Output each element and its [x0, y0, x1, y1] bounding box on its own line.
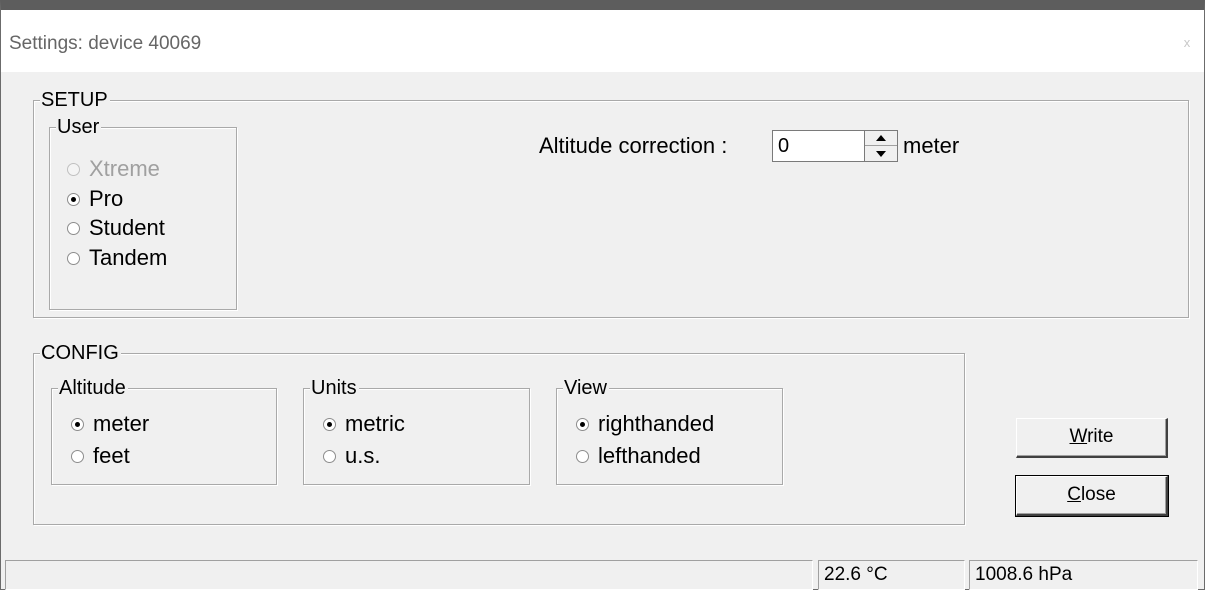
radio-label: Student [89, 215, 165, 240]
radio-label: u.s. [345, 443, 381, 468]
radio-indicator [71, 449, 84, 463]
radio-indicator [323, 417, 336, 431]
radio-indicator [576, 449, 589, 463]
radio-label: righthanded [598, 411, 715, 436]
altitude-group: Altitude [51, 378, 277, 485]
close-window-icon[interactable]: x [1176, 32, 1198, 54]
view-legend: View [563, 377, 609, 399]
altitude-radio-meter[interactable]: meter [71, 412, 149, 436]
radio-label: meter [93, 411, 150, 436]
arrow-up-icon [876, 135, 886, 141]
status-bar: 22.6 °C 1008.6 hPa [5, 560, 1200, 590]
user-radio-pro[interactable]: Pro [67, 187, 123, 211]
radio-label: metric [345, 411, 405, 436]
radio-indicator [576, 417, 589, 431]
write-mnemonic: W [1069, 426, 1088, 447]
radio-label: lefthanded [598, 443, 701, 468]
radio-indicator [67, 162, 80, 176]
altitude-radio-feet[interactable]: feet [71, 444, 130, 468]
status-temperature: 22.6 °C [818, 560, 965, 590]
view-group: View [556, 378, 783, 485]
altitude-correction-unit: meter [903, 133, 960, 158]
radio-indicator [67, 192, 80, 206]
altitude-correction-spinner [864, 130, 898, 162]
radio-label: Tandem [89, 245, 168, 270]
close-label-rest: lose [1080, 484, 1116, 505]
radio-indicator [67, 251, 80, 265]
view-radio-righthanded[interactable]: righthanded [576, 412, 714, 436]
status-pressure: 1008.6 hPa [969, 560, 1198, 590]
arrow-down-icon [876, 150, 886, 157]
units-radio-us[interactable]: u.s. [323, 444, 380, 468]
status-pane-main [5, 560, 813, 590]
radio-label: Pro [89, 186, 124, 211]
radio-indicator [71, 417, 84, 431]
write-label-rest: rite [1087, 426, 1114, 447]
radio-label: Xtreme [89, 156, 160, 181]
write-button[interactable]: Write [1016, 418, 1168, 458]
view-radio-lefthanded[interactable]: lefthanded [576, 444, 701, 468]
close-button[interactable]: Close [1015, 475, 1169, 517]
window-title: Settings: device 40069 [9, 33, 202, 54]
units-legend: Units [310, 377, 359, 399]
close-mnemonic: C [1067, 484, 1081, 505]
user-radio-xtreme[interactable]: Xtreme [67, 157, 160, 181]
title-bar: Settings: device 40069 x [1, 10, 1204, 72]
config-legend: CONFIG [40, 342, 121, 364]
user-radio-student[interactable]: Student [67, 216, 165, 240]
units-radio-metric[interactable]: metric [323, 412, 405, 436]
setup-legend: SETUP [40, 89, 110, 111]
radio-label: feet [93, 443, 130, 468]
radio-indicator [323, 449, 336, 463]
altitude-legend: Altitude [58, 377, 128, 399]
altitude-correction-input[interactable]: 0 [772, 130, 865, 162]
settings-window: Settings: device 40069 x SETUP User Xtre… [0, 0, 1205, 590]
radio-indicator [67, 221, 80, 235]
spin-down-button[interactable] [865, 146, 897, 161]
user-legend: User [56, 116, 102, 138]
spin-up-button[interactable] [865, 131, 897, 146]
user-radio-tandem[interactable]: Tandem [67, 246, 167, 270]
altitude-correction-label: Altitude correction : [539, 133, 728, 158]
units-group: Units [303, 378, 530, 485]
